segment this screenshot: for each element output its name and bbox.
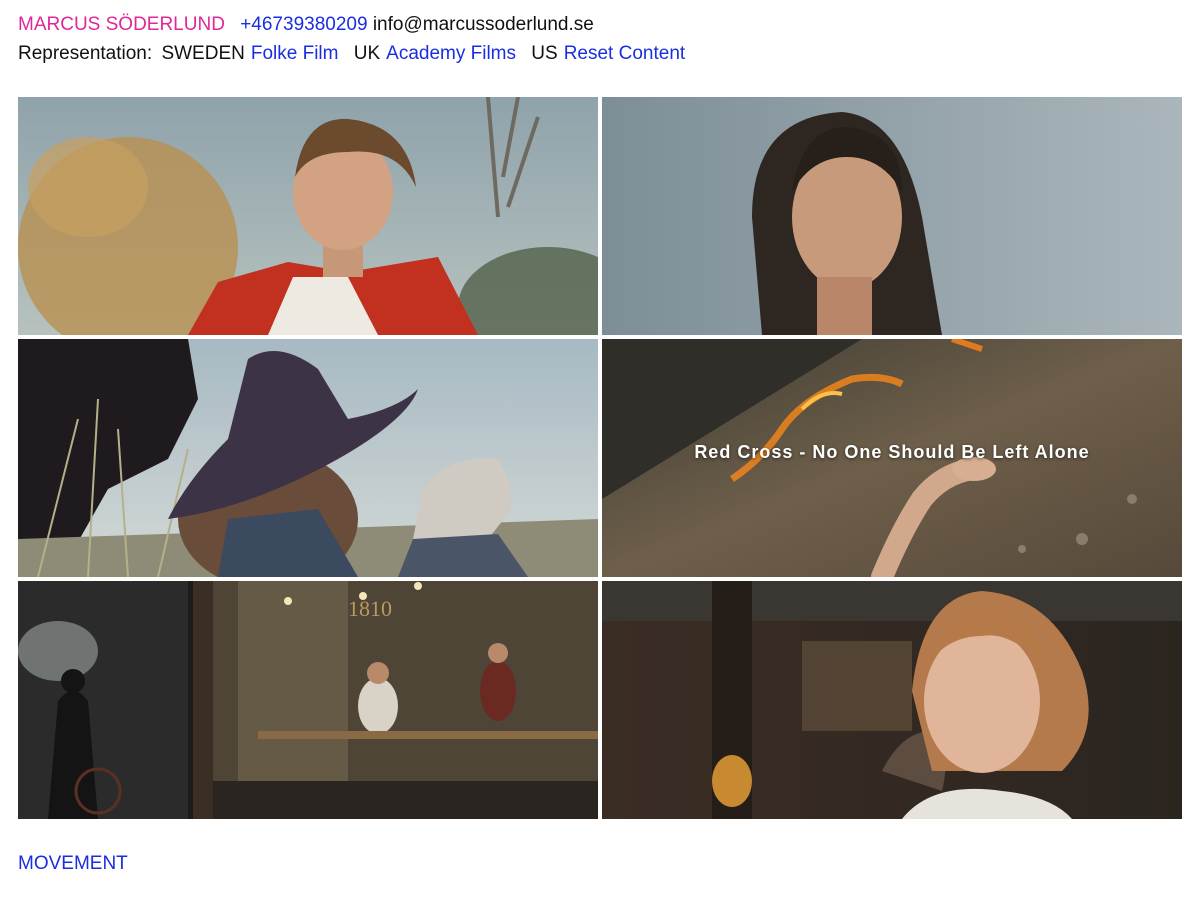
rep-agency-academy-films[interactable]: Academy Films bbox=[386, 43, 516, 64]
thumbnail-image bbox=[18, 339, 598, 577]
project-thumbnail-4[interactable]: Red Cross - No One Should Be Left Alone bbox=[602, 339, 1182, 577]
rep-region-us: US bbox=[531, 43, 558, 64]
director-name[interactable]: MARCUS SÖDERLUND bbox=[18, 14, 225, 35]
representation-line: Representation: SWEDEN Folke Film UK Acade… bbox=[18, 39, 1188, 68]
rep-region-sweden: SWEDEN bbox=[161, 43, 245, 64]
thumbnail-image bbox=[602, 581, 1182, 819]
project-caption: Red Cross - No One Should Be Left Alone bbox=[694, 442, 1090, 462]
thumbnail-image: 1810 bbox=[18, 581, 598, 819]
project-grid: Red Cross - No One Should Be Left Alone … bbox=[18, 97, 1182, 819]
representation-label: Representation: bbox=[18, 43, 153, 64]
phone-link[interactable]: +46739380209 bbox=[240, 14, 367, 35]
svg-text:1810: 1810 bbox=[348, 596, 392, 621]
project-thumbnail-1[interactable] bbox=[18, 97, 598, 335]
project-thumbnail-5[interactable]: 1810 bbox=[18, 581, 598, 819]
email-address[interactable]: info@marcussoderlund.se bbox=[373, 14, 594, 35]
rep-agency-folke-film[interactable]: Folke Film bbox=[251, 43, 339, 64]
thumbnail-image bbox=[18, 97, 598, 335]
project-thumbnail-2[interactable] bbox=[602, 97, 1182, 335]
rep-region-uk: UK bbox=[353, 43, 381, 64]
site-header: MARCUS SÖDERLUND +46739380209 info@marcu… bbox=[18, 10, 1188, 68]
movement-link[interactable]: MOVEMENT bbox=[18, 853, 128, 875]
rep-agency-reset-content[interactable]: Reset Content bbox=[564, 43, 685, 64]
project-thumbnail-6[interactable] bbox=[602, 581, 1182, 819]
contact-line: MARCUS SÖDERLUND +46739380209 info@marcu… bbox=[18, 10, 1188, 39]
project-thumbnail-3[interactable] bbox=[18, 339, 598, 577]
thumbnail-image bbox=[602, 97, 1182, 335]
